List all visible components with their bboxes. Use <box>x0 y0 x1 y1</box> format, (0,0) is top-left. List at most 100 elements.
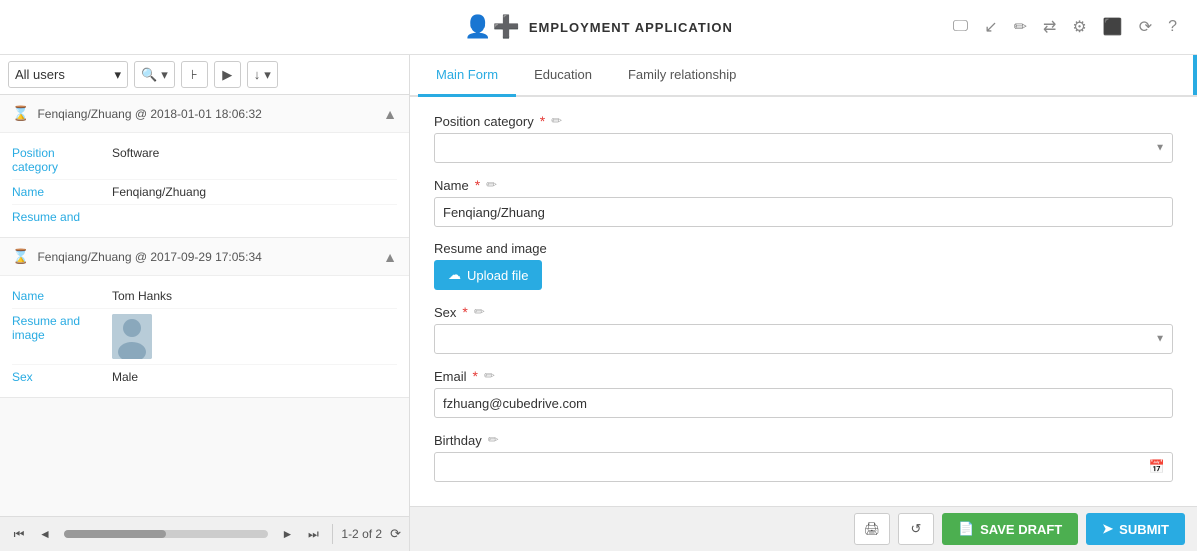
undo-button[interactable]: ↺ <box>898 513 934 545</box>
record-2-resume-label: Resume and image <box>12 314 112 359</box>
help-icon[interactable]: ? <box>1168 18 1177 36</box>
save-draft-button[interactable]: 📄 SAVE DRAFT <box>942 513 1078 545</box>
record-1-field-position: Positioncategory Software <box>12 141 397 180</box>
download-button[interactable]: ↓ ▾ <box>247 61 278 88</box>
left-toolbar: All users ▾ 🔍 ▾ ⊦ ▶ ↓ ▾ <box>0 55 409 95</box>
app-header: 👤➕ EMPLOYMENT APPLICATION 🖵 ↙ ✏ ⇄ ⚙ ⬛ ⟳ … <box>0 0 1197 55</box>
exchange-icon[interactable]: ⇄ <box>1043 17 1056 37</box>
record-1-position-label: Positioncategory <box>12 146 112 174</box>
email-label: Email * ✏ <box>434 368 1173 384</box>
print-button[interactable]: 🖨 <box>854 513 890 545</box>
page-scrollbar-thumb <box>64 530 166 538</box>
record-2-name-label: Name <box>12 289 112 303</box>
record-1-collapse-button[interactable]: ▲ <box>383 106 397 122</box>
app-title: EMPLOYMENT APPLICATION <box>529 20 733 35</box>
position-category-label: Position category * ✏ <box>434 113 1173 129</box>
record-group-1: ⌛ Fenqiang/Zhuang @ 2018-01-01 18:06:32 … <box>0 95 409 238</box>
form-group-resume: Resume and image ☁ Upload file <box>434 241 1173 290</box>
position-required-star: * <box>540 113 545 129</box>
tab-main-form[interactable]: Main Form <box>418 55 516 97</box>
record-2-resume-value <box>112 314 397 359</box>
record-2-header-text: Fenqiang/Zhuang @ 2017-09-29 17:05:34 <box>37 250 375 264</box>
record-1-resume-label: Resume and <box>12 210 112 224</box>
search-chevron: ▾ <box>161 67 168 83</box>
record-2-name-value: Tom Hanks <box>112 289 397 303</box>
user-filter-select[interactable]: All users ▾ <box>8 61 128 88</box>
hourglass-icon: ⌛ <box>12 105 29 122</box>
grid-view-icon: ⊦ <box>191 67 198 83</box>
refresh-icon[interactable]: ⟳ <box>1139 17 1152 37</box>
upload-cloud-icon: ☁ <box>448 267 461 283</box>
birthday-input[interactable] <box>434 452 1173 482</box>
resume-label: Resume and image <box>434 241 1173 256</box>
action-bar: 🖨 ↺ 📄 SAVE DRAFT ➤ SUBMIT <box>410 506 1197 551</box>
tab-right-border <box>1193 55 1197 95</box>
email-input[interactable] <box>434 388 1173 418</box>
share-icon[interactable]: ↙ <box>984 17 997 37</box>
record-1-position-value: Software <box>112 146 397 174</box>
grid-view-button[interactable]: ⊦ <box>181 61 208 88</box>
search-button[interactable]: 🔍 ▾ <box>134 61 175 88</box>
page-first-button[interactable]: ⏮ <box>8 523 30 545</box>
record-2-sex-value: Male <box>112 370 397 384</box>
search-icon: 🔍 <box>141 67 157 83</box>
tab-family-relationship[interactable]: Family relationship <box>610 55 754 97</box>
position-edit-icon[interactable]: ✏ <box>551 113 562 129</box>
submit-send-icon: ➤ <box>1102 521 1113 537</box>
record-header-2[interactable]: ⌛ Fenqiang/Zhuang @ 2017-09-29 17:05:34 … <box>0 238 409 276</box>
avatar <box>112 314 152 359</box>
undo-icon: ↺ <box>911 521 922 537</box>
monitor-icon[interactable]: 🖵 <box>953 18 968 36</box>
upload-file-label: Upload file <box>467 268 528 283</box>
email-edit-icon[interactable]: ✏ <box>484 368 495 384</box>
sex-select-wrapper: Male Female ▼ <box>434 324 1173 354</box>
page-prev-button[interactable]: ◄ <box>34 523 56 545</box>
record-2-field-name: Name Tom Hanks <box>12 284 397 309</box>
position-select-wrapper: Software ▼ <box>434 133 1173 163</box>
upload-file-button[interactable]: ☁ Upload file <box>434 260 542 290</box>
right-panel: Main Form Education Family relationship … <box>410 55 1197 551</box>
page-scrollbar[interactable] <box>64 530 268 538</box>
submit-button[interactable]: ➤ SUBMIT <box>1086 513 1185 545</box>
name-edit-icon[interactable]: ✏ <box>486 177 497 193</box>
tab-education[interactable]: Education <box>516 55 610 97</box>
pagination-refresh-icon[interactable]: ⟳ <box>390 526 401 542</box>
record-2-field-sex: Sex Male <box>12 365 397 389</box>
sex-select[interactable]: Male Female <box>434 324 1173 354</box>
birthday-edit-icon[interactable]: ✏ <box>488 432 499 448</box>
form-group-name: Name * ✏ <box>434 177 1173 227</box>
save-draft-label: SAVE DRAFT <box>980 522 1062 537</box>
record-1-resume-value <box>112 210 397 224</box>
record-1-name-value: Fenqiang/Zhuang <box>112 185 397 199</box>
user-filter-label: All users <box>15 67 65 82</box>
record-2-sex-label: Sex <box>12 370 112 384</box>
grid-icon[interactable]: ⬛ <box>1103 17 1123 37</box>
page-last-button[interactable]: ⏭ <box>302 523 324 545</box>
download-icon: ↓ <box>254 67 261 82</box>
email-required-star: * <box>473 368 478 384</box>
download-chevron: ▾ <box>264 67 271 83</box>
header-actions: 🖵 ↙ ✏ ⇄ ⚙ ⬛ ⟳ ? <box>953 17 1177 37</box>
sex-edit-icon[interactable]: ✏ <box>474 304 485 320</box>
form-group-sex: Sex * ✏ Male Female ▼ <box>434 304 1173 354</box>
app-title-container: 👤➕ EMPLOYMENT APPLICATION <box>464 14 733 40</box>
record-header-1[interactable]: ⌛ Fenqiang/Zhuang @ 2018-01-01 18:06:32 … <box>0 95 409 133</box>
hourglass-icon-2: ⌛ <box>12 248 29 265</box>
record-2-collapse-button[interactable]: ▲ <box>383 249 397 265</box>
sex-required-star: * <box>462 304 467 320</box>
record-1-field-resume: Resume and <box>12 205 397 229</box>
forward-icon: ▶ <box>222 67 232 83</box>
gear-icon[interactable]: ⚙ <box>1072 17 1086 37</box>
name-input[interactable] <box>434 197 1173 227</box>
page-next-button[interactable]: ► <box>276 523 298 545</box>
position-category-select[interactable]: Software <box>434 133 1173 163</box>
birthday-label: Birthday ✏ <box>434 432 1173 448</box>
save-draft-file-icon: 📄 <box>958 521 974 537</box>
edit-pencil-icon[interactable]: ✏ <box>1014 17 1027 37</box>
name-required-star: * <box>475 177 480 193</box>
submit-label: SUBMIT <box>1119 522 1169 537</box>
name-label: Name * ✏ <box>434 177 1173 193</box>
nav-forward-button[interactable]: ▶ <box>214 61 241 88</box>
print-icon: 🖨 <box>864 521 881 537</box>
record-2-field-resume: Resume and image <box>12 309 397 365</box>
